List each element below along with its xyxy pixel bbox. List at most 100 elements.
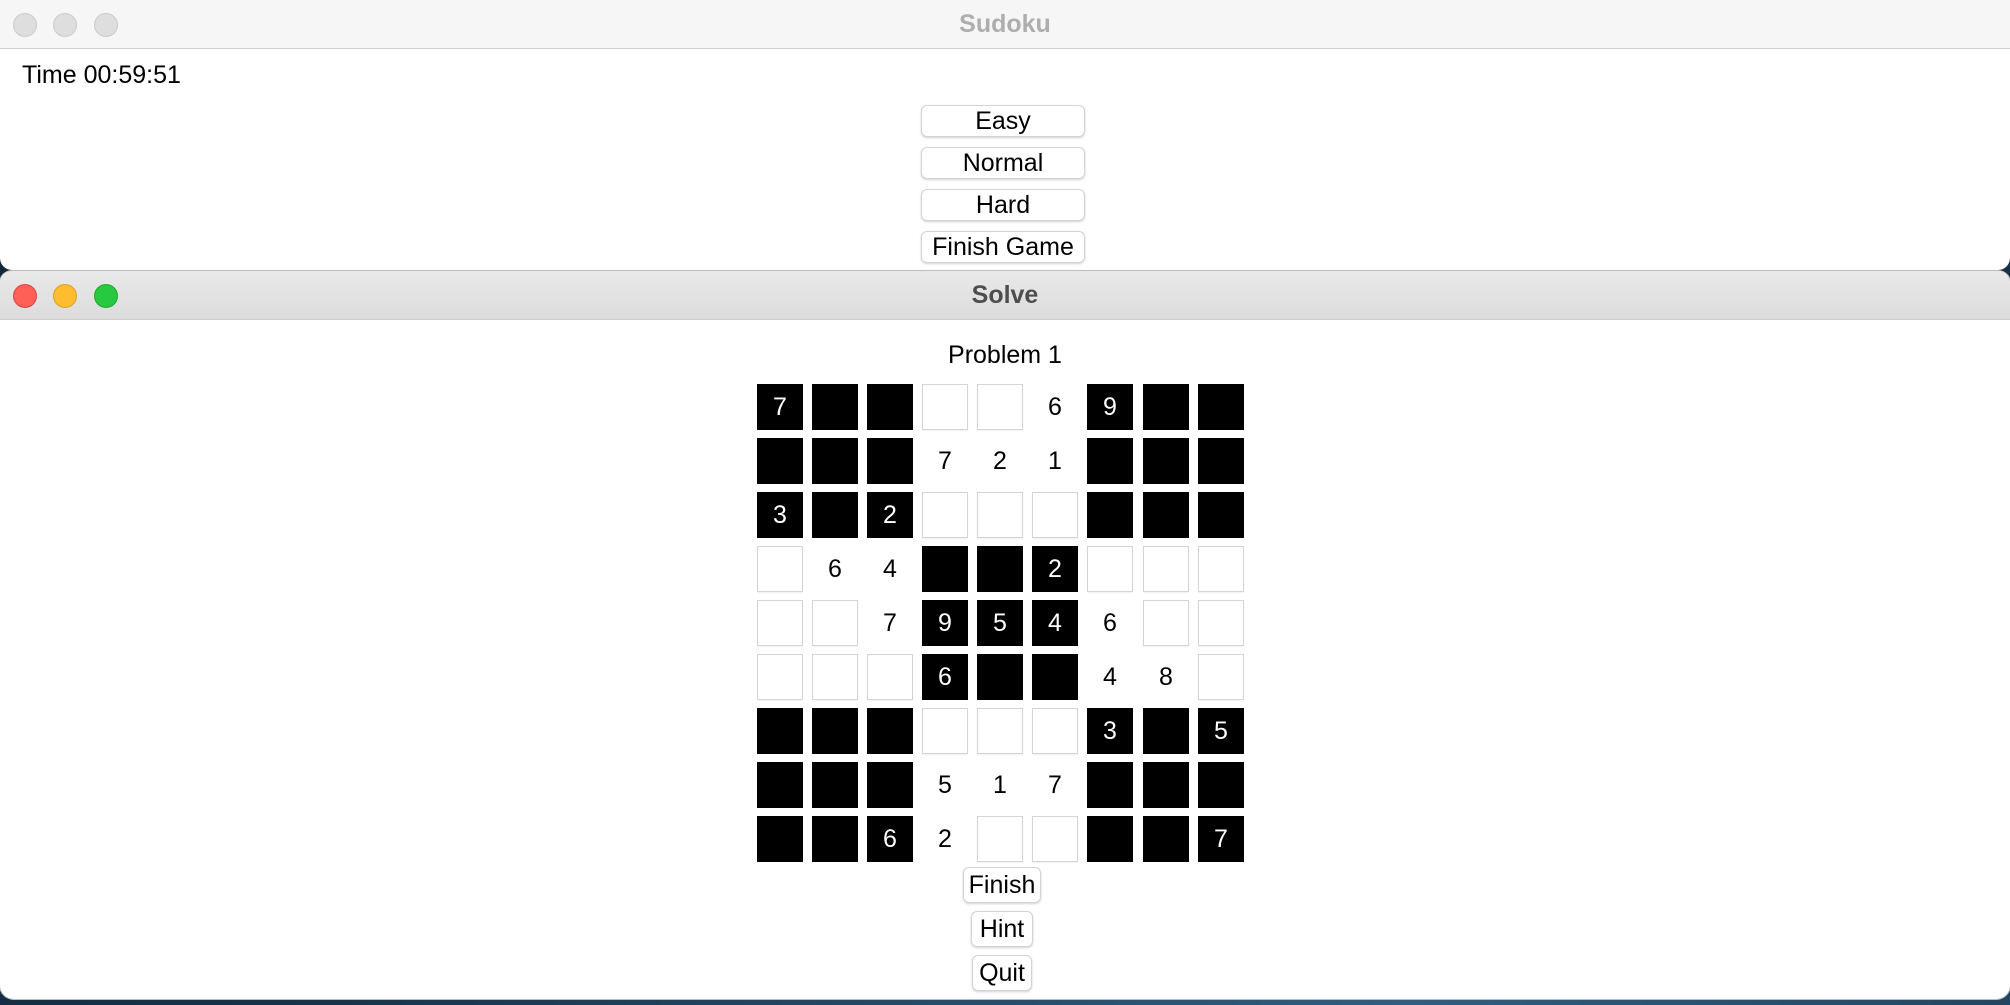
grid-cell — [1143, 708, 1189, 754]
finish-button[interactable]: Finish — [963, 867, 1041, 903]
finish-game-button[interactable]: Finish Game — [921, 231, 1085, 263]
grid-cell: 1 — [993, 770, 1007, 799]
zoom-window-icon[interactable] — [94, 284, 118, 308]
grid-cell — [1087, 438, 1133, 484]
grid-cell-input[interactable] — [1198, 654, 1244, 700]
grid-cell-input[interactable] — [757, 654, 803, 700]
grid-cell: 2 — [938, 824, 952, 853]
grid-cell: 7 — [883, 608, 897, 637]
grid-cell-input[interactable] — [1143, 546, 1189, 592]
grid-cell — [812, 384, 858, 430]
grid-cell: 8 — [1159, 662, 1173, 691]
grid-cell — [1143, 384, 1189, 430]
grid-cell-input[interactable] — [812, 600, 858, 646]
grid-cell — [867, 762, 913, 808]
sudoku-grid: 769721326427954664835517627 — [757, 384, 1253, 862]
easy-button[interactable]: Easy — [921, 105, 1085, 137]
grid-cell-input[interactable] — [1087, 546, 1133, 592]
solve-window: Solve Problem 1 769721326427954664835517… — [0, 271, 2010, 999]
grid-cell — [1032, 654, 1078, 700]
grid-cell: 7 — [1198, 816, 1244, 862]
grid-cell: 6 — [828, 554, 842, 583]
main-window-title: Sudoku — [959, 9, 1051, 38]
grid-cell — [812, 492, 858, 538]
grid-cell-input[interactable] — [1032, 816, 1078, 862]
grid-cell — [1198, 492, 1244, 538]
grid-cell: 2 — [1032, 546, 1078, 592]
grid-cell — [757, 438, 803, 484]
grid-cell-input[interactable] — [977, 816, 1023, 862]
grid-cell-input[interactable] — [1198, 546, 1244, 592]
grid-cell — [1198, 384, 1244, 430]
grid-cell-input[interactable] — [757, 600, 803, 646]
grid-cell: 7 — [1048, 770, 1062, 799]
grid-cell — [977, 546, 1023, 592]
grid-cell — [1143, 438, 1189, 484]
close-window-icon[interactable] — [13, 13, 37, 37]
grid-cell — [1143, 762, 1189, 808]
grid-cell-input[interactable] — [812, 654, 858, 700]
grid-cell-input[interactable] — [757, 546, 803, 592]
grid-cell: 1 — [1048, 446, 1062, 475]
grid-cell: 3 — [1087, 708, 1133, 754]
grid-cell — [757, 816, 803, 862]
grid-cell: 6 — [867, 816, 913, 862]
problem-title: Problem 1 — [948, 341, 1062, 369]
grid-cell — [1087, 762, 1133, 808]
grid-cell-input[interactable] — [1032, 708, 1078, 754]
grid-cell: 4 — [1032, 600, 1078, 646]
grid-cell: 5 — [938, 770, 952, 799]
grid-cell — [757, 762, 803, 808]
grid-cell: 6 — [1048, 392, 1062, 421]
main-titlebar[interactable]: Sudoku — [0, 0, 2010, 49]
grid-cell: 2 — [867, 492, 913, 538]
hint-button[interactable]: Hint — [971, 911, 1033, 947]
grid-cell-input[interactable] — [922, 384, 968, 430]
grid-cell — [812, 816, 858, 862]
grid-cell: 4 — [883, 554, 897, 583]
grid-cell — [922, 546, 968, 592]
grid-cell — [867, 708, 913, 754]
grid-cell: 5 — [977, 600, 1023, 646]
time-label: Time 00:59:51 — [22, 61, 181, 89]
grid-cell — [867, 384, 913, 430]
grid-cell — [1143, 816, 1189, 862]
grid-cell-input[interactable] — [1032, 492, 1078, 538]
grid-cell-input[interactable] — [977, 492, 1023, 538]
grid-cell-input[interactable] — [922, 708, 968, 754]
quit-button[interactable]: Quit — [972, 955, 1032, 991]
grid-cell — [1087, 492, 1133, 538]
grid-cell — [1198, 762, 1244, 808]
grid-cell — [867, 438, 913, 484]
minimize-window-icon[interactable] — [53, 284, 77, 308]
solve-titlebar[interactable]: Solve — [0, 271, 2010, 320]
grid-cell-input[interactable] — [1143, 600, 1189, 646]
sudoku-main-window: Sudoku Time 00:59:51 Easy Normal Hard Fi… — [0, 0, 2010, 270]
grid-cell — [812, 438, 858, 484]
grid-cell: 9 — [922, 600, 968, 646]
close-window-icon[interactable] — [13, 284, 37, 308]
grid-cell: 4 — [1103, 662, 1117, 691]
solve-window-title: Solve — [971, 280, 1039, 309]
hard-button[interactable]: Hard — [921, 189, 1085, 221]
grid-cell — [757, 708, 803, 754]
grid-cell: 5 — [1198, 708, 1244, 754]
grid-cell: 2 — [993, 446, 1007, 475]
grid-cell: 6 — [1103, 608, 1117, 637]
grid-cell-input[interactable] — [1198, 600, 1244, 646]
grid-cell: 3 — [757, 492, 803, 538]
grid-cell-input[interactable] — [867, 654, 913, 700]
grid-cell — [1143, 492, 1189, 538]
zoom-window-icon[interactable] — [94, 13, 118, 37]
grid-cell — [812, 708, 858, 754]
grid-cell — [812, 762, 858, 808]
grid-cell — [977, 654, 1023, 700]
minimize-window-icon[interactable] — [53, 13, 77, 37]
grid-cell-input[interactable] — [977, 384, 1023, 430]
grid-cell: 7 — [938, 446, 952, 475]
grid-cell-input[interactable] — [977, 708, 1023, 754]
grid-cell-input[interactable] — [922, 492, 968, 538]
grid-cell — [1198, 438, 1244, 484]
normal-button[interactable]: Normal — [921, 147, 1085, 179]
grid-cell — [1087, 816, 1133, 862]
